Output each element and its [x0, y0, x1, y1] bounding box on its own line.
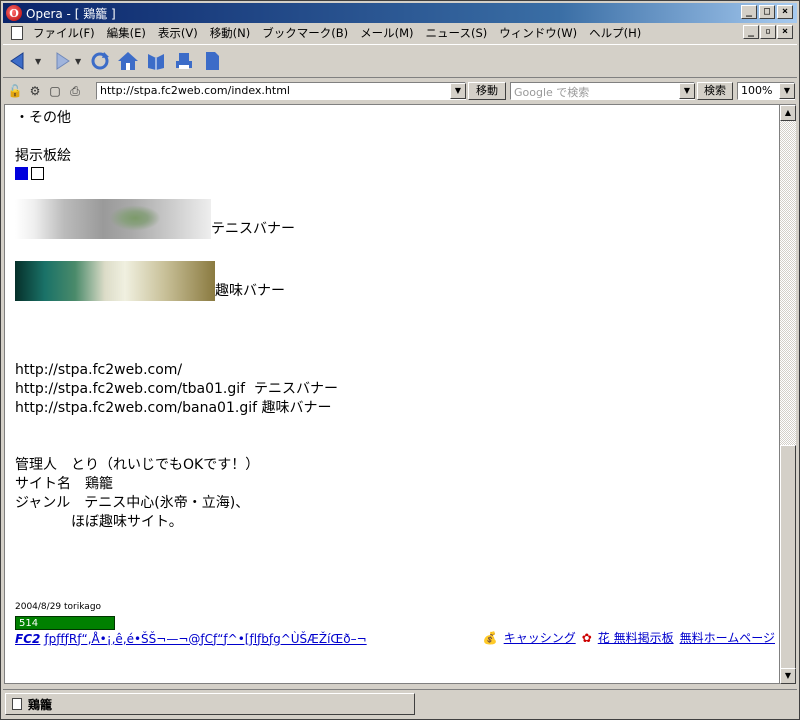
page-icon	[206, 52, 219, 70]
go-button[interactable]: 移動	[468, 82, 506, 100]
menu-bookmarks[interactable]: ブックマーク(B)	[256, 25, 354, 41]
mdi-minimize-button[interactable]: _	[743, 25, 759, 39]
tab-label: 鶏籠	[28, 697, 53, 712]
page-info-icon[interactable]: ▢	[47, 83, 63, 99]
navigation-toolbar: ▼ ▼	[3, 44, 797, 78]
page-body: ・その他 掲示板絵 テニスバナー 趣味バナー http://stpa.fc2we…	[15, 109, 775, 649]
home-icon	[118, 52, 138, 70]
menu-edit[interactable]: 編集(E)	[101, 25, 152, 41]
menu-window[interactable]: ウィンドウ(W)	[493, 25, 583, 41]
hotlist-icon	[148, 54, 164, 70]
menu-file[interactable]: ファイル(F)	[27, 25, 101, 41]
menu-bar: ファイル(F) 編集(E) 表示(V) 移動(N) ブックマーク(B) メール(…	[3, 23, 797, 42]
close-button[interactable]: ×	[777, 5, 793, 19]
print-small-icon[interactable]: ⎙	[67, 83, 83, 99]
document-icon	[11, 25, 23, 40]
page-viewport[interactable]: ・その他 掲示板絵 テニスバナー 趣味バナー http://stpa.fc2we…	[4, 104, 780, 684]
hotlist-button[interactable]	[143, 48, 169, 74]
scroll-thumb[interactable]	[780, 445, 796, 669]
print-icon	[176, 53, 192, 69]
section-bbs-art: 掲示板絵	[15, 148, 71, 164]
site-url-text: http://stpa.fc2web.com/	[15, 362, 183, 378]
forward-arrow-icon	[56, 52, 70, 70]
browser-window: O Opera - [ 鶏籠 ] _ □ × ファイル(F) 編集(E) 表示(…	[0, 0, 800, 720]
tab-torikago[interactable]: 鶏籠	[5, 693, 415, 715]
hobby-banner-label: 趣味バナー	[215, 283, 285, 299]
hobby-banner-url: http://stpa.fc2web.com/bana01.gif	[15, 400, 258, 416]
print-button[interactable]	[171, 48, 197, 74]
menu-view[interactable]: 表示(V)	[152, 25, 204, 41]
back-button[interactable]	[7, 48, 33, 74]
money-bag-icon: 💰	[482, 631, 498, 645]
mdi-restore-button[interactable]: ▫	[760, 25, 776, 39]
date-credit: 2004/8/29 torikago	[15, 602, 102, 612]
fc2-footer: FC2 ƒpƒfƒRƒ“‚Å•¡‚ê‚é•ŠŠ¬—¬@ƒCƒ“ƒ^•[ƒlƒbƒ…	[15, 629, 775, 649]
tennis-banner-url: http://stpa.fc2web.com/tba01.gif	[15, 381, 246, 397]
free-bbs-link[interactable]: 花 無料掲示板	[598, 629, 674, 648]
back-arrow-icon	[10, 52, 24, 70]
vertical-scrollbar[interactable]: ▲ ▼	[780, 104, 796, 684]
home-button[interactable]	[115, 48, 141, 74]
menu-help[interactable]: ヘルプ(H)	[583, 25, 647, 41]
tennis-banner-label: テニスバナー	[211, 221, 295, 237]
new-page-button[interactable]	[199, 48, 225, 74]
reload-button[interactable]	[87, 48, 113, 74]
settings-icon[interactable]: ⚙	[27, 83, 43, 99]
tab-page-icon	[12, 698, 22, 710]
site-name-text: サイト名 鶏籠	[15, 476, 113, 492]
forward-history-dropdown[interactable]: ▼	[75, 57, 83, 66]
menu-news[interactable]: ニュース(S)	[420, 25, 494, 41]
blue-square-link[interactable]	[15, 167, 28, 180]
zoom-dropdown[interactable]: ▼	[779, 83, 795, 99]
scroll-down-button[interactable]: ▼	[780, 668, 796, 684]
url-history-dropdown[interactable]: ▼	[450, 83, 466, 99]
forward-button[interactable]	[47, 48, 73, 74]
tennis-banner-image[interactable]	[15, 199, 211, 239]
search-button[interactable]: 検索	[697, 82, 733, 100]
cashing-link[interactable]: キャッシング	[504, 629, 576, 648]
tennis-banner-url-label: テニスバナー	[253, 381, 338, 397]
title-bar: O Opera - [ 鶏籠 ] _ □ ×	[3, 3, 797, 23]
menu-navigate[interactable]: 移動(N)	[204, 25, 257, 41]
flower-icon: ✿	[581, 631, 592, 645]
url-field[interactable]: http://stpa.fc2web.com/index.html	[96, 82, 466, 100]
scroll-up-button[interactable]: ▲	[780, 105, 796, 121]
search-input[interactable]: Google で検索	[510, 82, 695, 100]
minimize-button[interactable]: _	[741, 5, 757, 19]
section-other: ・その他	[15, 110, 71, 126]
security-lock-icon[interactable]: 🔓	[7, 83, 23, 99]
fc2-garbled-link[interactable]: ƒpƒfƒRƒ“‚Å•¡‚ê‚é•ŠŠ¬—¬@ƒCƒ“ƒ^•[ƒlƒbƒg^ÙŠ…	[44, 630, 366, 649]
mdi-close-button[interactable]: ×	[777, 25, 793, 39]
back-history-dropdown[interactable]: ▼	[35, 57, 43, 66]
access-counter: 514	[15, 616, 115, 630]
genre-text-2: ほぼ趣味サイト。	[71, 514, 183, 530]
address-toolbar: 🔓 ⚙ ▢ ⎙ http://stpa.fc2web.com/index.htm…	[3, 80, 797, 102]
white-square-link[interactable]	[31, 167, 44, 180]
hobby-banner-url-label: 趣味バナー	[261, 400, 332, 416]
fc2-logo[interactable]: FC2	[15, 630, 40, 649]
search-engine-dropdown[interactable]: ▼	[679, 83, 695, 99]
free-homepage-link[interactable]: 無料ホームページ	[680, 629, 775, 648]
genre-text: ジャンル テニス中心(氷帝・立海)、	[15, 495, 250, 511]
hobby-banner-image[interactable]	[15, 261, 215, 301]
maximize-button[interactable]: □	[759, 5, 775, 19]
window-title: Opera - [ 鶏籠 ]	[26, 6, 116, 21]
menu-mail[interactable]: メール(M)	[354, 25, 419, 41]
tab-bar: 鶏籠	[3, 689, 797, 717]
admin-text: 管理人 とり（れいじでもOKです！）	[15, 457, 260, 473]
opera-logo-icon: O	[6, 5, 22, 21]
reload-icon	[91, 52, 109, 70]
